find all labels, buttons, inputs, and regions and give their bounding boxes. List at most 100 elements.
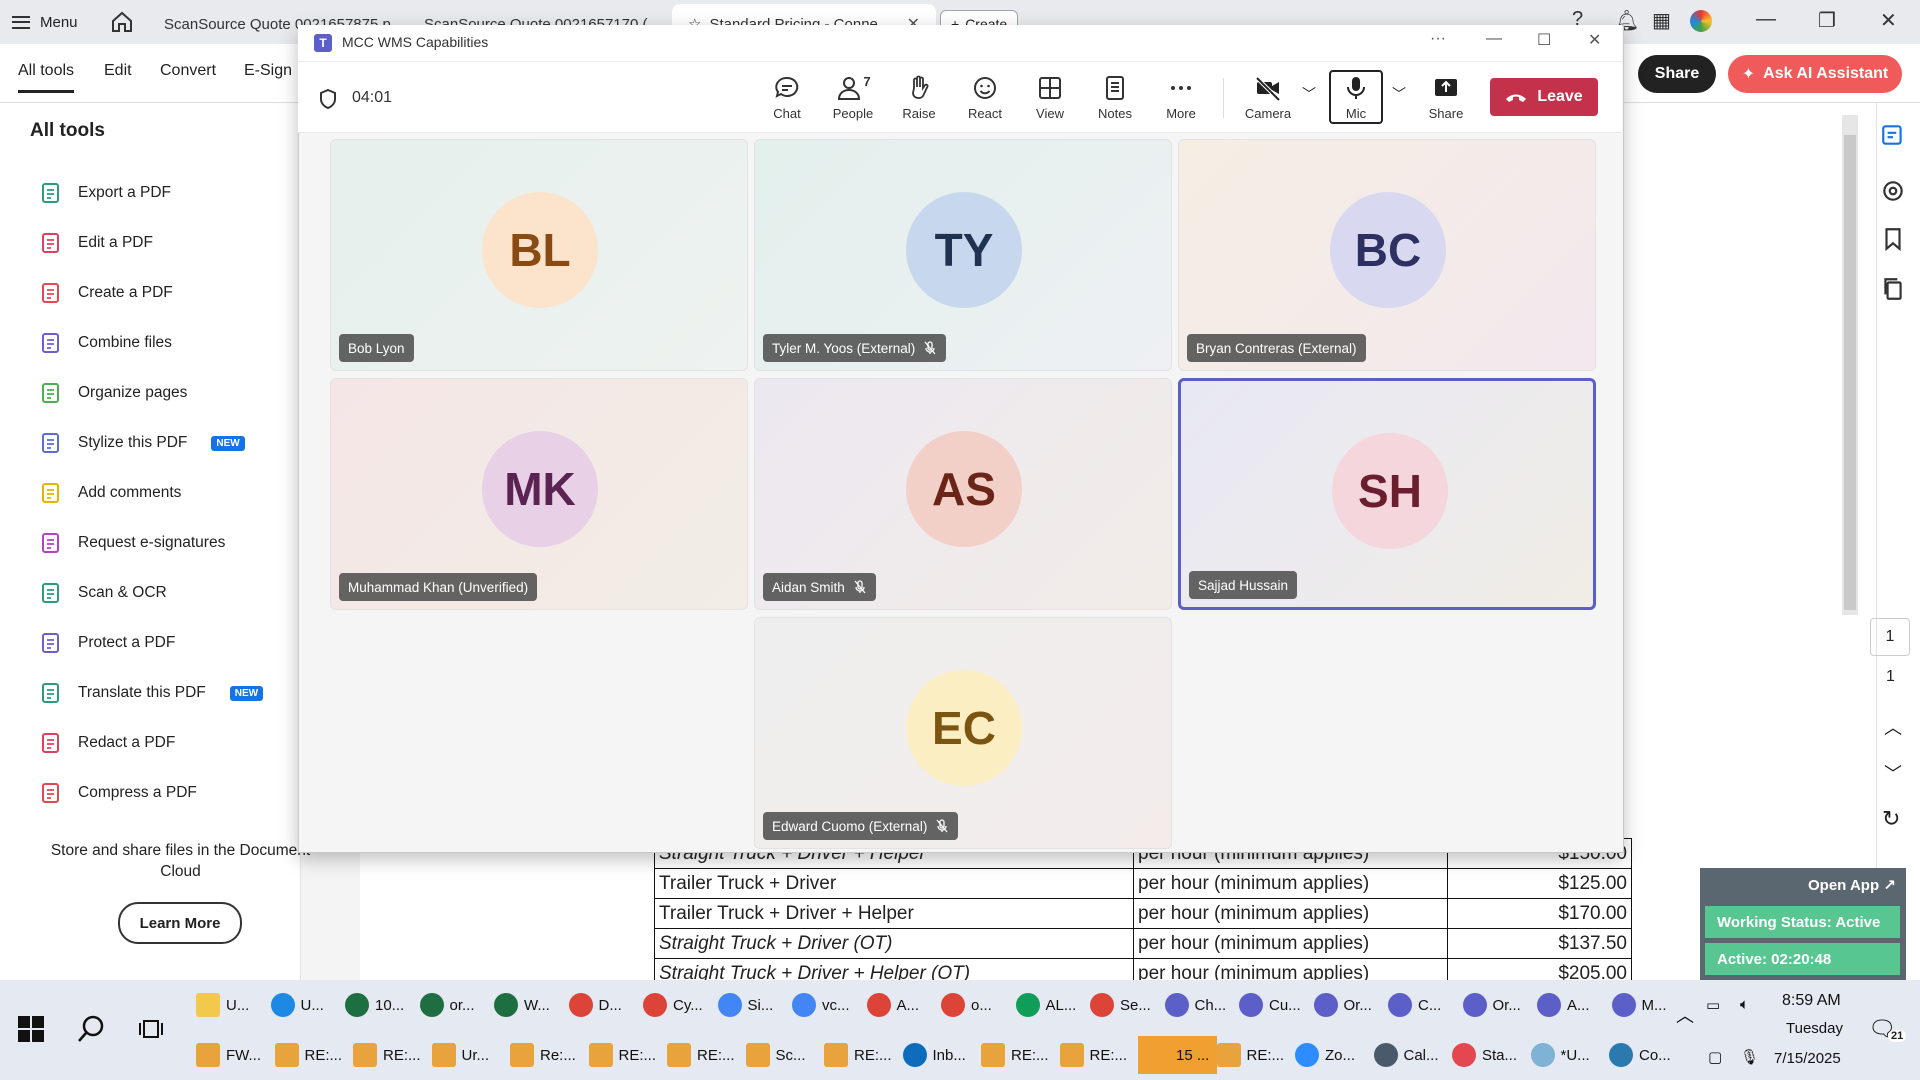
more-options-icon[interactable]: ···: [1430, 30, 1446, 48]
profile-avatar[interactable]: [1690, 10, 1712, 32]
tool-item[interactable]: Combine files: [40, 330, 172, 356]
taskbar-app-button[interactable]: FW...: [196, 1036, 261, 1074]
participant-tile[interactable]: MK Muhammad Khan (Unverified): [330, 378, 748, 610]
open-app-link[interactable]: Open App ↗: [1808, 876, 1896, 894]
tray-overflow-chevron-icon[interactable]: ︿: [1676, 1002, 1694, 1028]
taskbar-app-button[interactable]: D...: [568, 986, 622, 1024]
people-button[interactable]: 7 People: [824, 74, 882, 124]
tab-convert[interactable]: Convert: [160, 62, 216, 80]
tool-item[interactable]: Protect a PDF: [40, 630, 175, 656]
tool-item[interactable]: Scan & OCR: [40, 580, 167, 606]
taskbar-app-button[interactable]: W...: [494, 986, 550, 1024]
participant-tile[interactable]: AS Aidan Smith: [754, 378, 1172, 610]
taskbar-app-button[interactable]: RE:...: [353, 1036, 421, 1074]
taskbar-app-button[interactable]: Re:...: [510, 1036, 576, 1074]
minimize-icon[interactable]: —: [1756, 8, 1776, 31]
taskbar-app-button[interactable]: RE:...: [981, 1036, 1049, 1074]
taskbar-app-button[interactable]: Co...: [1609, 1036, 1671, 1074]
taskbar-app-button[interactable]: U...: [270, 986, 324, 1024]
taskbar-app-button[interactable]: or...: [419, 986, 475, 1024]
pages-icon[interactable]: [1880, 276, 1906, 302]
tab-e-sign[interactable]: E-Sign: [244, 62, 292, 80]
taskbar-app-button[interactable]: RE:...: [1059, 1036, 1127, 1074]
taskbar-app-button[interactable]: *U...: [1530, 1036, 1590, 1074]
taskbar-app-button[interactable]: M...: [1611, 986, 1667, 1024]
task-view-icon[interactable]: [138, 1016, 164, 1042]
taskbar-app-button[interactable]: RE:...: [588, 1036, 656, 1074]
taskbar-app-button[interactable]: Ch...: [1164, 986, 1226, 1024]
taskbar-app-button[interactable]: 15 ...: [1138, 1036, 1218, 1074]
view-button[interactable]: View: [1021, 74, 1079, 124]
vertical-scrollbar[interactable]: [1842, 115, 1858, 615]
notes-button[interactable]: Notes: [1086, 74, 1144, 124]
windows-start-icon[interactable]: [18, 1016, 44, 1042]
tool-item[interactable]: Compress a PDF: [40, 780, 197, 806]
page-number-input[interactable]: 1: [1870, 618, 1910, 656]
taskbar-app-button[interactable]: Sc...: [745, 1036, 806, 1074]
taskbar-app-button[interactable]: Cu...: [1239, 986, 1301, 1024]
camera-options-chevron-icon[interactable]: ﹀: [1302, 84, 1316, 104]
ai-sidebar-icon[interactable]: [1880, 122, 1906, 148]
bookmark-icon[interactable]: [1880, 226, 1906, 252]
taskbar-app-button[interactable]: U...: [196, 986, 249, 1024]
taskbar-app-button[interactable]: AL...: [1015, 986, 1076, 1024]
scrollbar-thumb[interactable]: [1844, 135, 1856, 610]
battery-icon[interactable]: ▭: [1706, 996, 1720, 1014]
taskbar-app-button[interactable]: RE:...: [274, 1036, 342, 1074]
taskbar-app-button[interactable]: Or...: [1313, 986, 1372, 1024]
participant-tile[interactable]: BC Bryan Contreras (External): [1178, 139, 1596, 371]
taskbar-app-button[interactable]: RE:...: [1216, 1036, 1284, 1074]
mic-options-chevron-icon[interactable]: ﹀: [1392, 84, 1406, 104]
search-icon[interactable]: [76, 1014, 106, 1044]
taskbar-app-button[interactable]: Cal...: [1373, 1036, 1439, 1074]
more-button[interactable]: More: [1152, 74, 1210, 124]
restore-icon[interactable]: ❐: [1818, 8, 1836, 33]
tool-item[interactable]: Translate this PDF NEW: [40, 680, 264, 706]
tool-item[interactable]: Create a PDF: [40, 280, 173, 306]
taskbar-app-button[interactable]: Si...: [717, 986, 773, 1024]
taskbar-app-button[interactable]: Cy...: [643, 986, 703, 1024]
camera-button[interactable]: Camera: [1239, 74, 1297, 124]
tool-item[interactable]: Export a PDF: [40, 180, 171, 206]
close-window-icon[interactable]: ✕: [1880, 8, 1897, 33]
raise-hand-button[interactable]: Raise: [890, 74, 948, 124]
tool-item[interactable]: Stylize this PDF NEW: [40, 430, 245, 456]
ask-ai-assistant-button[interactable]: ✦ Ask AI Assistant: [1728, 55, 1902, 93]
teams-maximize-icon[interactable]: ☐: [1537, 30, 1551, 50]
participant-tile[interactable]: TY Tyler M. Yoos (External): [754, 139, 1172, 371]
taskbar-app-button[interactable]: RE:...: [667, 1036, 735, 1074]
tab-all-tools[interactable]: All tools: [18, 62, 75, 93]
taskbar-app-button[interactable]: RE:...: [824, 1036, 892, 1074]
clock-day[interactable]: Tuesday: [1786, 1020, 1843, 1037]
mic-button[interactable]: Mic: [1327, 74, 1385, 124]
network-icon[interactable]: ▢: [1708, 1048, 1722, 1066]
refresh-icon[interactable]: ↻: [1882, 806, 1900, 832]
comment-rail-icon[interactable]: [1880, 178, 1906, 204]
tool-item[interactable]: Edit a PDF: [40, 230, 153, 256]
home-icon[interactable]: [110, 10, 134, 34]
participant-tile[interactable]: EC Edward Cuomo (External): [754, 617, 1172, 849]
share-button[interactable]: Share: [1638, 55, 1716, 93]
taskbar-app-button[interactable]: A...: [866, 986, 919, 1024]
clock-date[interactable]: 7/15/2025: [1774, 1050, 1841, 1067]
microphone-tray-icon[interactable]: 🎙︎: [1740, 1048, 1759, 1066]
chat-button[interactable]: Chat: [758, 74, 816, 124]
teams-minimize-icon[interactable]: —: [1486, 30, 1502, 48]
participant-tile[interactable]: BL Bob Lyon: [330, 139, 748, 371]
taskbar-app-button[interactable]: A...: [1537, 986, 1590, 1024]
learn-more-button[interactable]: Learn More: [118, 902, 242, 944]
taskbar-app-button[interactable]: Or...: [1462, 986, 1521, 1024]
taskbar-app-button[interactable]: Sta...: [1452, 1036, 1517, 1074]
tool-item[interactable]: Organize pages: [40, 380, 187, 406]
teams-close-icon[interactable]: ✕: [1588, 30, 1601, 50]
tool-item[interactable]: Redact a PDF: [40, 730, 175, 756]
react-button[interactable]: React: [956, 74, 1014, 124]
previous-page-icon[interactable]: ︿: [1884, 714, 1902, 740]
volume-icon[interactable]: 🔈︎: [1740, 996, 1749, 1013]
share-screen-button[interactable]: Share: [1417, 74, 1475, 124]
taskbar-app-button[interactable]: C...: [1388, 986, 1441, 1024]
participant-tile[interactable]: SH Sajjad Hussain: [1178, 378, 1596, 610]
taskbar-app-button[interactable]: Inb...: [902, 1036, 966, 1074]
apps-grid-icon[interactable]: ▦: [1652, 8, 1671, 33]
taskbar-app-button[interactable]: o...: [941, 986, 992, 1024]
